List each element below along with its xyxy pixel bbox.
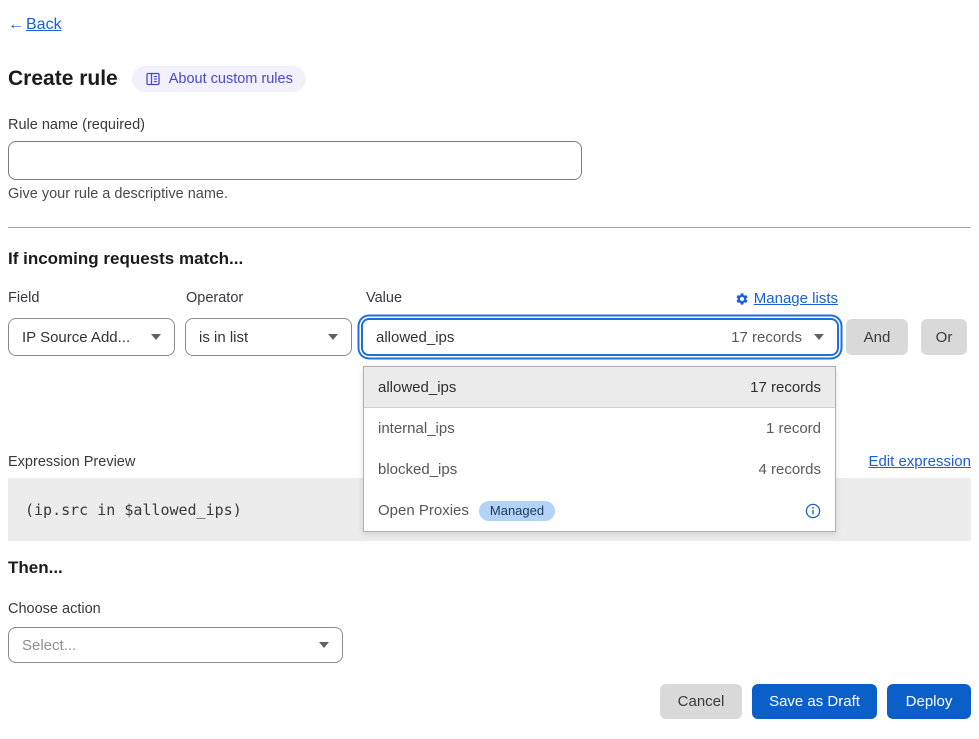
field-select[interactable]: IP Source Add...: [8, 318, 175, 356]
rule-name-input[interactable]: [8, 141, 582, 180]
save-as-draft-button[interactable]: Save as Draft: [752, 684, 877, 719]
footer-actions: Cancel Save as Draft Deploy: [660, 684, 971, 719]
list-name: blocked_ips: [378, 461, 457, 478]
match-section-heading: If incoming requests match...: [8, 249, 243, 269]
page-title: Create rule: [8, 67, 118, 91]
expression-preview-label: Expression Preview: [8, 454, 135, 470]
operator-select-value: is in list: [199, 329, 248, 346]
action-select[interactable]: Select...: [8, 627, 343, 663]
cancel-button[interactable]: Cancel: [660, 684, 742, 719]
deploy-button[interactable]: Deploy: [887, 684, 971, 719]
dropdown-item-internal-ips[interactable]: internal_ips 1 record: [364, 408, 835, 449]
edit-expression-label: Edit expression: [868, 453, 971, 470]
value-dropdown-menu: allowed_ips 17 records internal_ips 1 re…: [363, 366, 836, 532]
title-row: Create rule About custom rules: [8, 66, 306, 92]
then-section-heading: Then...: [8, 558, 63, 578]
manage-lists-link[interactable]: Manage lists: [735, 290, 838, 307]
managed-badge: Managed: [479, 501, 555, 521]
back-label: Back: [26, 16, 62, 34]
edit-expression-link[interactable]: Edit expression: [868, 453, 971, 470]
chevron-down-icon: [328, 334, 338, 340]
chevron-down-icon: [814, 334, 824, 340]
gear-icon: [735, 292, 749, 306]
value-select-value: allowed_ips: [376, 329, 454, 346]
chevron-down-icon: [151, 334, 161, 340]
operator-label: Operator: [186, 290, 243, 306]
about-custom-rules-badge[interactable]: About custom rules: [132, 66, 306, 92]
choose-action-label: Choose action: [8, 601, 101, 617]
back-arrow-icon: ←: [8, 16, 24, 34]
action-select-placeholder: Select...: [22, 637, 76, 654]
section-divider: [8, 227, 971, 228]
field-label: Field: [8, 290, 39, 306]
book-icon: [145, 71, 161, 87]
list-name: allowed_ips: [378, 379, 456, 396]
value-select[interactable]: allowed_ips 17 records: [361, 318, 839, 356]
dropdown-item-blocked-ips[interactable]: blocked_ips 4 records: [364, 449, 835, 490]
value-records-count: 17 records: [731, 329, 802, 346]
field-select-value: IP Source Add...: [22, 329, 130, 346]
expression-code: (ip.src in $allowed_ips): [25, 501, 242, 519]
dropdown-item-allowed-ips[interactable]: allowed_ips 17 records: [364, 367, 835, 408]
list-name: Open Proxies: [378, 502, 469, 519]
back-link[interactable]: ←Back: [8, 16, 62, 34]
list-record-count: 4 records: [758, 461, 821, 478]
list-name: internal_ips: [378, 420, 455, 437]
manage-lists-label: Manage lists: [754, 290, 838, 307]
list-record-count: 1 record: [766, 420, 821, 437]
operator-select[interactable]: is in list: [185, 318, 352, 356]
dropdown-item-open-proxies[interactable]: Open Proxies Managed: [364, 490, 835, 531]
info-icon[interactable]: [805, 503, 821, 519]
create-rule-page: ←Back Create rule About custom rules Rul…: [0, 0, 979, 739]
about-badge-label: About custom rules: [169, 71, 293, 87]
chevron-down-icon: [319, 642, 329, 648]
rule-name-helper: Give your rule a descriptive name.: [8, 186, 228, 202]
or-button[interactable]: Or: [921, 319, 967, 355]
rule-name-label: Rule name (required): [8, 117, 145, 133]
list-record-count: 17 records: [750, 379, 821, 396]
and-button[interactable]: And: [846, 319, 908, 355]
value-label: Value: [366, 290, 402, 306]
